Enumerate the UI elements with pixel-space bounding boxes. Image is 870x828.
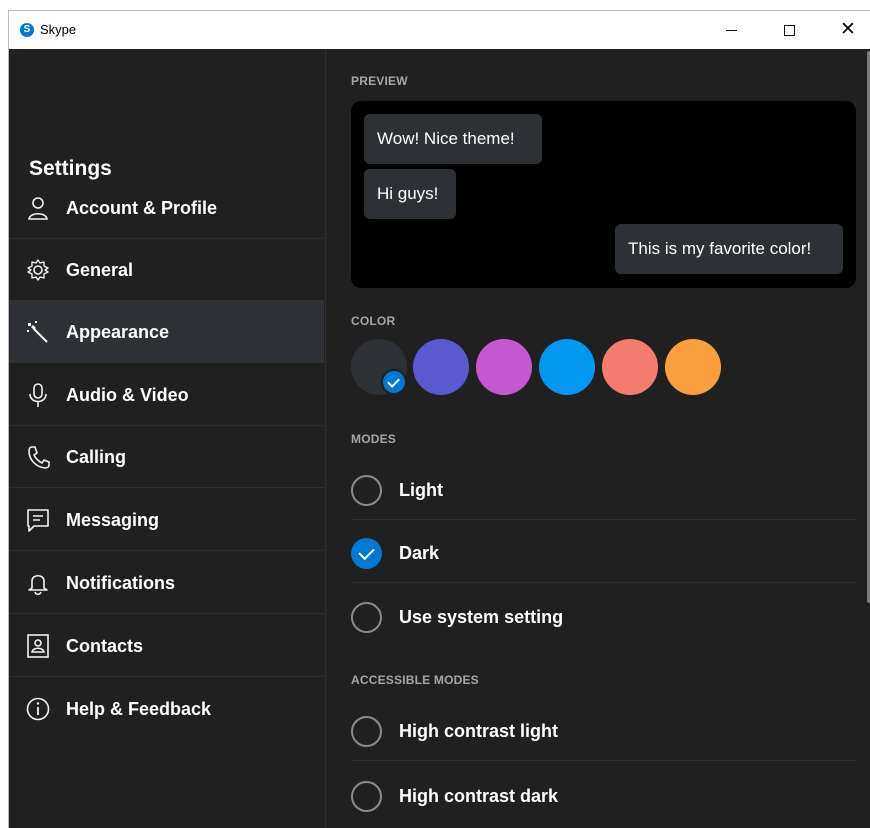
color-swatch-orange[interactable] xyxy=(665,339,721,395)
bell-icon xyxy=(28,574,48,596)
color-swatch-magenta[interactable] xyxy=(476,339,532,395)
theme-preview: Wow! Nice theme! Hi guys! This is my fav… xyxy=(351,101,856,288)
sidebar-item-label: Help & Feedback xyxy=(66,699,212,719)
preview-message-outgoing: This is my favorite color! xyxy=(615,224,843,274)
mode-option-high-contrast-light[interactable]: High contrast light xyxy=(351,698,856,761)
mode-option-high-contrast-dark[interactable]: High contrast dark xyxy=(351,763,856,826)
radio-button[interactable] xyxy=(351,475,382,506)
mode-option-label: High contrast light xyxy=(399,721,558,741)
sidebar-item-label: Appearance xyxy=(66,322,170,342)
sidebar-item-account-profile[interactable]: Account & Profile xyxy=(9,177,324,239)
sidebar-item-label: General xyxy=(66,260,134,280)
radio-button[interactable] xyxy=(351,781,382,812)
skype-window: S Skype ✕ Settings Account & Profile Gen… xyxy=(8,10,870,828)
mode-option-light[interactable]: Light xyxy=(351,457,856,520)
mode-option-label: Dark xyxy=(399,543,440,563)
radio-button[interactable] xyxy=(351,716,382,747)
mode-option-system[interactable]: Use system setting xyxy=(351,584,856,647)
skype-logo-icon: S xyxy=(20,23,34,37)
sidebar-item-notifications[interactable]: Notifications xyxy=(9,552,324,614)
preview-section-label: PREVIEW xyxy=(351,74,408,88)
minimize-button[interactable] xyxy=(709,11,755,49)
sidebar-item-label: Contacts xyxy=(66,636,144,656)
sidebar-item-help-feedback[interactable]: Help & Feedback xyxy=(9,678,324,740)
sidebar-item-messaging[interactable]: Messaging xyxy=(9,489,324,551)
maximize-button[interactable] xyxy=(767,11,813,49)
magic-wand-icon xyxy=(27,321,48,343)
close-button[interactable]: ✕ xyxy=(825,11,870,49)
settings-sidebar: Settings Account & Profile General Appea… xyxy=(9,49,325,828)
mode-option-label: High contrast dark xyxy=(399,786,559,806)
sidebar-item-appearance[interactable]: Appearance xyxy=(9,301,324,363)
sidebar-item-contacts[interactable]: Contacts xyxy=(9,615,324,677)
person-icon xyxy=(28,197,48,220)
color-swatch-indigo[interactable] xyxy=(413,339,469,395)
mode-option-label: Use system setting xyxy=(399,607,564,627)
color-swatch-coral[interactable] xyxy=(602,339,658,395)
preview-message-incoming: Wow! Nice theme! xyxy=(364,114,542,164)
sidebar-item-label: Notifications xyxy=(66,573,176,593)
appearance-panel: PREVIEW Wow! Nice theme! Hi guys! This i… xyxy=(326,49,870,828)
sidebar-item-general[interactable]: General xyxy=(9,239,324,301)
accessible-modes-section-label: ACCESSIBLE MODES xyxy=(351,673,479,687)
window-title: Skype xyxy=(40,22,77,37)
contact-card-icon xyxy=(27,634,49,658)
preview-message-incoming: Hi guys! xyxy=(364,169,456,219)
mode-option-dark[interactable]: Dark xyxy=(351,520,856,583)
mode-option-label: Light xyxy=(399,480,443,500)
color-swatch-blue[interactable] xyxy=(539,339,595,395)
selected-check-icon xyxy=(381,369,407,395)
message-icon xyxy=(27,509,49,532)
sidebar-item-label: Audio & Video xyxy=(66,385,189,405)
sidebar-item-label: Calling xyxy=(66,447,127,467)
sidebar-item-audio-video[interactable]: Audio & Video xyxy=(9,364,324,426)
color-section-label: COLOR xyxy=(351,314,396,328)
modes-section-label: MODES xyxy=(351,432,397,446)
phone-icon xyxy=(28,446,50,469)
sidebar-item-label: Account & Profile xyxy=(66,198,218,218)
radio-button[interactable] xyxy=(351,602,382,633)
title-bar: S Skype ✕ xyxy=(9,11,870,49)
microphone-icon xyxy=(29,383,47,407)
radio-button-checked[interactable] xyxy=(351,538,382,569)
sidebar-item-calling[interactable]: Calling xyxy=(9,426,324,488)
info-icon xyxy=(26,697,50,721)
sidebar-item-label: Messaging xyxy=(66,510,160,530)
gear-icon xyxy=(27,259,49,281)
